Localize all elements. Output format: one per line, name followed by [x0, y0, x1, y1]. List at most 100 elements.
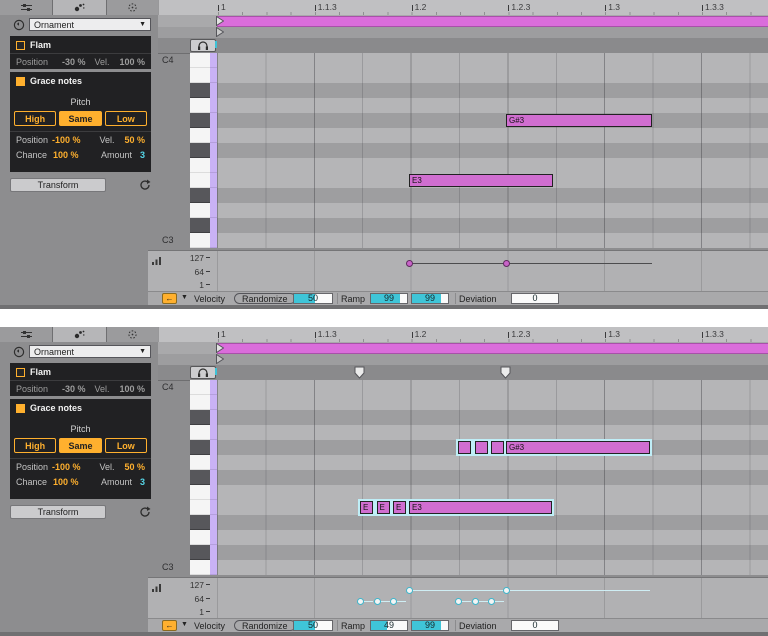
midi-note[interactable]: G#3 — [506, 441, 650, 454]
grace-note[interactable] — [458, 441, 471, 454]
lane-fold-button[interactable]: ← — [162, 620, 177, 631]
piano-key[interactable] — [190, 455, 217, 470]
clip-start-marker-icon[interactable] — [216, 27, 224, 37]
grace-position-value[interactable]: -100 % — [52, 135, 81, 145]
piano-keyboard[interactable] — [190, 380, 218, 575]
flam-position-value[interactable]: -30 % — [62, 57, 86, 67]
ramp-end-field[interactable]: 99 — [411, 620, 449, 631]
grace-chance-value[interactable]: 100 % — [53, 477, 79, 487]
ramp-start-field[interactable]: 49 — [370, 620, 408, 631]
grace-note[interactable] — [474, 441, 488, 454]
reapply-icon[interactable] — [138, 505, 152, 519]
piano-key[interactable] — [190, 560, 217, 575]
loop-bar[interactable] — [217, 16, 768, 27]
velocity-marker[interactable] — [455, 597, 462, 605]
ramp-end-field[interactable]: 99 — [411, 293, 449, 304]
piano-key[interactable] — [190, 68, 217, 83]
velocity-marker[interactable] — [357, 597, 364, 605]
piano-key[interactable] — [190, 425, 217, 440]
flam-vel-value[interactable]: 100 % — [119, 384, 145, 394]
piano-key[interactable] — [190, 113, 210, 128]
grace-vel-value[interactable]: 50 % — [124, 462, 145, 472]
piano-keyboard[interactable] — [190, 53, 218, 248]
piano-key[interactable] — [190, 440, 210, 455]
lane-caret-icon[interactable]: ▼ — [181, 294, 188, 301]
preview-headphone-button[interactable] — [190, 39, 216, 52]
deviation-field[interactable]: 0 — [511, 293, 559, 304]
flam-position-value[interactable]: -30 % — [62, 384, 86, 394]
flam-checkbox[interactable] — [16, 40, 25, 50]
velocity-marker[interactable] — [503, 586, 510, 594]
piano-key[interactable] — [190, 158, 217, 173]
velocity-marker[interactable] — [503, 259, 510, 267]
lane-caret-icon[interactable]: ▼ — [181, 621, 188, 628]
preset-sync-icon[interactable] — [13, 346, 25, 358]
randomize-button[interactable]: Randomize — [234, 293, 296, 304]
grace-note[interactable]: E — [360, 501, 373, 514]
note-grid[interactable]: E E E E3 G#3 — [217, 380, 768, 575]
tab-expression[interactable] — [0, 0, 54, 15]
pitch-low-button[interactable]: Low — [104, 111, 147, 126]
grace-position-value[interactable]: -100 % — [52, 462, 81, 472]
velocity-marker[interactable] — [488, 597, 495, 605]
tab-transform[interactable] — [53, 327, 107, 342]
piano-key[interactable] — [190, 470, 210, 485]
transform-button[interactable]: Transform — [10, 505, 106, 519]
piano-key[interactable] — [190, 500, 217, 515]
note-anchor-marker-icon[interactable] — [354, 366, 365, 379]
scrub-area[interactable] — [158, 365, 768, 381]
note-grid[interactable]: E3 G#3 — [217, 53, 768, 248]
grace-note[interactable]: E — [393, 501, 406, 514]
randomize-amount-field[interactable]: 50 — [293, 620, 333, 631]
beat-time-ruler[interactable]: 1 1.1.3 1.2 1.2.3 1.3 1.3.3 — [158, 327, 768, 342]
pitch-same-button[interactable]: Same — [59, 111, 102, 126]
lane-chooser-icon[interactable] — [152, 583, 162, 592]
piano-key[interactable] — [190, 203, 217, 218]
randomize-button[interactable]: Randomize — [234, 620, 296, 631]
preset-sync-icon[interactable] — [13, 19, 25, 31]
ramp-start-field[interactable]: 99 — [370, 293, 408, 304]
preview-headphone-button[interactable] — [190, 366, 216, 379]
pitch-high-button[interactable]: High — [14, 111, 57, 126]
loop-start-marker-icon[interactable] — [216, 16, 224, 26]
tab-expression[interactable] — [0, 327, 54, 342]
velocity-marker[interactable] — [406, 586, 413, 594]
piano-key[interactable] — [190, 188, 210, 203]
lane-fold-button[interactable]: ← — [162, 293, 177, 304]
note-anchor-marker-icon[interactable] — [500, 366, 511, 379]
piano-key[interactable] — [190, 380, 217, 395]
piano-key[interactable] — [190, 143, 210, 158]
piano-key[interactable] — [190, 218, 210, 233]
scrub-area[interactable] — [158, 38, 768, 54]
piano-key[interactable] — [190, 410, 210, 425]
piano-key[interactable] — [190, 485, 217, 500]
piano-key[interactable] — [190, 128, 217, 143]
midi-note[interactable]: E3 — [409, 174, 553, 187]
grace-note[interactable] — [491, 441, 504, 454]
beat-time-ruler[interactable]: 1 1.1.3 1.2 1.2.3 1.3 1.3.3 — [158, 0, 768, 15]
grace-amount-value[interactable]: 3 — [140, 477, 145, 487]
grace-amount-value[interactable]: 3 — [140, 150, 145, 160]
deviation-field[interactable]: 0 — [511, 620, 559, 631]
velocity-lane[interactable]: 127 64 1 — [148, 577, 768, 619]
piano-key[interactable] — [190, 98, 217, 113]
tab-generate[interactable] — [106, 0, 160, 15]
piano-key[interactable] — [190, 395, 217, 410]
grace-vel-value[interactable]: 50 % — [124, 135, 145, 145]
velocity-marker[interactable] — [471, 597, 479, 605]
randomize-amount-field[interactable]: 50 — [293, 293, 333, 304]
preset-dropdown[interactable]: Ornament ▼ — [29, 18, 151, 31]
reapply-icon[interactable] — [138, 178, 152, 192]
piano-key[interactable] — [190, 545, 210, 560]
piano-key[interactable] — [190, 83, 210, 98]
grace-note[interactable]: E — [376, 501, 390, 514]
loop-bar[interactable] — [217, 343, 768, 354]
piano-key[interactable] — [190, 530, 217, 545]
clip-start-marker-icon[interactable] — [216, 354, 224, 364]
tab-generate[interactable] — [106, 327, 160, 342]
piano-key[interactable] — [190, 233, 217, 248]
midi-note[interactable]: G#3 — [506, 114, 652, 127]
grace-chance-value[interactable]: 100 % — [53, 150, 79, 160]
piano-key[interactable] — [190, 173, 217, 188]
lane-chooser-icon[interactable] — [152, 256, 162, 265]
